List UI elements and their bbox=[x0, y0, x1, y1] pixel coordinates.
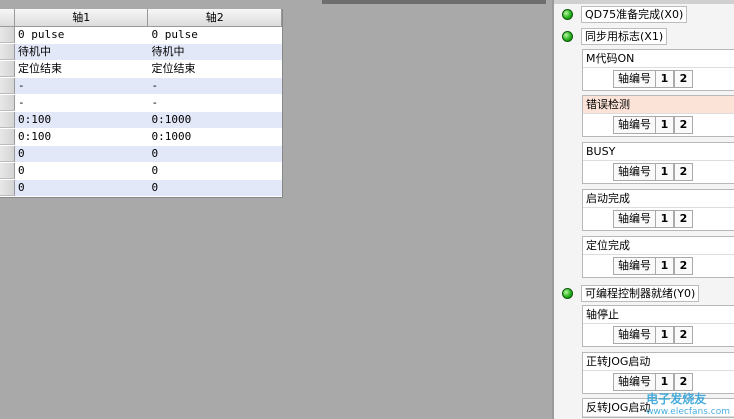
axis2-button[interactable]: 2 bbox=[674, 70, 693, 88]
axis1-button[interactable]: 1 bbox=[655, 116, 674, 134]
group-error-detect: 错误检测 轴编号 1 2 bbox=[582, 95, 734, 137]
group-forward-jog: 正转JOG启动 轴编号 1 2 bbox=[582, 352, 734, 394]
status-led-icon bbox=[562, 288, 573, 299]
table-header: 轴1 轴2 bbox=[0, 9, 283, 27]
group-title: BUSY bbox=[583, 143, 734, 161]
cell: - bbox=[17, 96, 25, 109]
group-title: 错误检测 bbox=[583, 96, 734, 114]
axis1-button[interactable]: 1 bbox=[655, 373, 674, 391]
group-positioning-complete: 定位完成 轴编号 1 2 bbox=[582, 236, 734, 278]
table-row[interactable]: -- bbox=[0, 95, 282, 112]
axis1-button[interactable]: 1 bbox=[655, 257, 674, 275]
axis-number-label: 轴编号 bbox=[613, 70, 655, 88]
cell: - bbox=[151, 96, 159, 109]
table-row[interactable]: 00 bbox=[0, 180, 282, 197]
group-title: 轴停止 bbox=[583, 306, 734, 324]
col-header-axis1[interactable]: 轴1 bbox=[15, 9, 149, 26]
status-led-icon bbox=[562, 9, 573, 20]
axis2-button[interactable]: 2 bbox=[674, 373, 693, 391]
cell: 0:1000 bbox=[151, 130, 192, 143]
axis1-button[interactable]: 1 bbox=[655, 163, 674, 181]
table-row[interactable]: 定位结束 定位结束 bbox=[0, 61, 282, 78]
axis-number-label: 轴编号 bbox=[613, 210, 655, 228]
group-title: 启动完成 bbox=[583, 190, 734, 208]
status-led-icon bbox=[562, 31, 573, 42]
signal-x0[interactable]: QD75准备完成(X0) bbox=[562, 6, 688, 23]
cell: 0 bbox=[151, 147, 159, 160]
cell: - bbox=[151, 79, 159, 92]
cell: 0 pulse bbox=[17, 28, 65, 41]
cell: 0 bbox=[17, 164, 25, 177]
axis2-button[interactable]: 2 bbox=[674, 210, 693, 228]
col-header-axis2[interactable]: 轴2 bbox=[148, 9, 283, 26]
axis1-button[interactable]: 1 bbox=[655, 210, 674, 228]
signal-monitor-panel: QD75准备完成(X0) 同步用标志(X1) M代码ON 轴编号 1 2 错误检测 … bbox=[552, 0, 734, 419]
signal-x1[interactable]: 同步用标志(X1) bbox=[562, 28, 668, 45]
axis1-button[interactable]: 1 bbox=[655, 326, 674, 344]
axis-number-label: 轴编号 bbox=[613, 373, 655, 391]
axis-number-label: 轴编号 bbox=[613, 163, 655, 181]
cell: 0 bbox=[17, 181, 25, 194]
signal-label: 同步用标志(X1) bbox=[581, 28, 668, 45]
group-axis-stop: 轴停止 轴编号 1 2 bbox=[582, 305, 734, 347]
cell: 定位结束 bbox=[17, 62, 62, 75]
signal-label: QD75准备完成(X0) bbox=[581, 6, 688, 23]
axis2-button[interactable]: 2 bbox=[674, 116, 693, 134]
cell: 0 bbox=[151, 164, 159, 177]
axis2-button[interactable]: 2 bbox=[674, 326, 693, 344]
axis-number-label: 轴编号 bbox=[613, 116, 655, 134]
table-row[interactable]: 00 bbox=[0, 163, 282, 180]
cell: 0 bbox=[17, 147, 25, 160]
table-row[interactable]: -- bbox=[0, 78, 282, 95]
cell: 定位结束 bbox=[151, 62, 196, 75]
cell: - bbox=[17, 79, 25, 92]
axis-number-label: 轴编号 bbox=[613, 257, 655, 275]
cell: 0:1000 bbox=[151, 113, 192, 126]
table-row[interactable]: 0:100 0:1000 bbox=[0, 112, 282, 129]
axis-monitor-table: 轴1 轴2 0 pulse 0 pulse 待机中 待机中 定位结束 定位结束 -- … bbox=[0, 9, 283, 198]
group-title: 正转JOG启动 bbox=[583, 353, 734, 371]
table-row[interactable]: 00 bbox=[0, 146, 282, 163]
group-title: 定位完成 bbox=[583, 237, 734, 255]
cell: 待机中 bbox=[151, 45, 185, 58]
cell: 0 pulse bbox=[151, 28, 198, 41]
axis-number-label: 轴编号 bbox=[613, 326, 655, 344]
group-m-code: M代码ON 轴编号 1 2 bbox=[582, 49, 734, 91]
axis1-button[interactable]: 1 bbox=[655, 70, 674, 88]
signal-y0[interactable]: 可编程控制器就绪(Y0) bbox=[562, 285, 700, 302]
watermark-logo: 电子发烧友 www.elecfans.com bbox=[646, 392, 730, 417]
group-start-complete: 启动完成 轴编号 1 2 bbox=[582, 189, 734, 231]
signal-label: 可编程控制器就绪(Y0) bbox=[581, 285, 700, 302]
table-row[interactable]: 0:100 0:1000 bbox=[0, 129, 282, 146]
group-title: M代码ON bbox=[583, 50, 734, 68]
table-row[interactable]: 0 pulse 0 pulse bbox=[0, 27, 282, 44]
cell: 0:100 bbox=[17, 130, 52, 143]
title-strip bbox=[322, 0, 546, 4]
group-busy: BUSY 轴编号 1 2 bbox=[582, 142, 734, 184]
cell: 待机中 bbox=[17, 45, 51, 58]
cell: 0 bbox=[151, 181, 159, 194]
table-row[interactable]: 待机中 待机中 bbox=[0, 44, 282, 61]
cell: 0:100 bbox=[17, 113, 52, 126]
axis2-button[interactable]: 2 bbox=[674, 163, 693, 181]
axis2-button[interactable]: 2 bbox=[674, 257, 693, 275]
